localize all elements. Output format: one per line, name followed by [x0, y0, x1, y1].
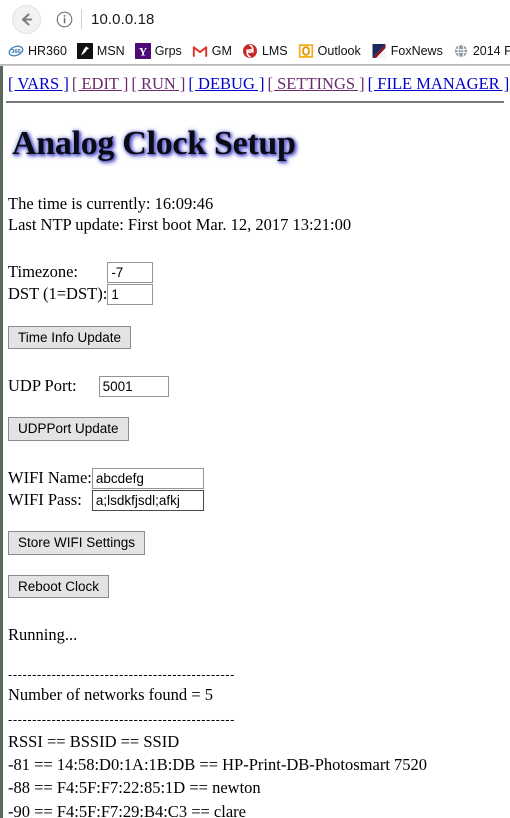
nav-link-file-manager[interactable]: [ FILE MANAGER ] — [368, 74, 510, 93]
nav-link-vars[interactable]: [ VARS ] — [8, 74, 69, 93]
reboot-clock-row: Reboot Clock — [8, 574, 510, 599]
msn-icon — [76, 43, 93, 59]
timezone-input[interactable] — [107, 262, 154, 284]
network-row: -90 == F4:5F:F7:29:B4:C3 == clare — [8, 801, 246, 818]
header-divider — [6, 100, 504, 103]
bookmark-msn[interactable]: MSN — [76, 43, 125, 59]
bookmarks-bar: 360 HR360 MSN Y Grps GM LMS Outlook FoxN… — [0, 38, 510, 65]
network-scan-block: ----------------------------------------… — [8, 666, 510, 818]
bookmark-label: Grps — [154, 44, 182, 58]
back-button[interactable] — [12, 4, 41, 34]
bookmark-lms[interactable]: LMS — [241, 43, 288, 59]
separator-line-top: ----------------------------------------… — [8, 666, 235, 682]
toolbar-divider — [81, 9, 82, 29]
svg-text:360: 360 — [11, 49, 20, 55]
bookmark-label: Outlook — [317, 44, 361, 58]
current-time-line: The time is currently: 16:09:46 — [8, 193, 214, 213]
store-wifi-settings-button[interactable]: Store WIFI Settings — [8, 531, 146, 555]
dst-input[interactable] — [107, 284, 154, 306]
gmail-icon — [191, 43, 208, 59]
foxnews-icon — [370, 43, 387, 59]
separator-line-bottom: ----------------------------------------… — [8, 711, 235, 727]
hr360-icon: 360 — [8, 43, 24, 59]
page-title: Analog Clock Setup — [12, 124, 296, 162]
wifi-name-row: WIFI Name: — [8, 467, 204, 489]
network-list: RSSI == BSSID == SSID -81 == 14:58:D0:1A… — [8, 731, 510, 818]
time-settings-form: Timezone: DST (1=DST): — [8, 261, 154, 306]
svg-text:Y: Y — [139, 46, 148, 58]
page-viewport: [ VARS ][ EDIT ][ RUN ][ DEBUG ][ SETTIN… — [0, 66, 510, 818]
dst-label: DST (1=DST): — [8, 284, 108, 304]
nav-link-debug[interactable]: [ DEBUG ] — [188, 74, 264, 93]
time-info-update-button[interactable]: Time Info Update — [8, 325, 132, 350]
wifi-pass-input[interactable] — [91, 490, 204, 512]
network-row: -88 == F4:5F:F7:22:85:1D == newton — [8, 778, 261, 798]
store-wifi-settings-row: Store WIFI Settings — [8, 531, 510, 555]
bookmark-label: LMS — [261, 44, 288, 58]
back-arrow-icon — [21, 12, 33, 26]
bookmark-label: 2014 F-150 — [472, 44, 510, 58]
browser-chrome: 10.0.0.18 360 HR360 MSN Y Grps GM LMS Ou… — [0, 0, 510, 66]
network-row: -81 == 14:58:D0:1A:1B:DB == HP-Print-DB-… — [8, 755, 428, 775]
lms-icon — [241, 43, 258, 59]
dst-row: DST (1=DST): — [8, 283, 154, 306]
info-circle-icon[interactable] — [53, 8, 75, 30]
globe-icon — [452, 43, 469, 59]
nav-link-bar: [ VARS ][ EDIT ][ RUN ][ DEBUG ][ SETTIN… — [8, 74, 510, 97]
bookmark-gm[interactable]: GM — [191, 43, 232, 59]
udp-port-row: UDP Port: — [8, 375, 169, 398]
yahoo-icon: Y — [134, 43, 151, 59]
reboot-clock-button[interactable]: Reboot Clock — [8, 574, 110, 599]
wifi-settings-form: WIFI Name: WIFI Pass: — [8, 467, 204, 512]
page-content: [ VARS ][ EDIT ][ RUN ][ DEBUG ][ SETTIN… — [0, 66, 510, 818]
udp-port-input[interactable] — [98, 376, 169, 398]
bookmark-label: FoxNews — [390, 44, 443, 58]
browser-toolbar: 10.0.0.18 — [0, 0, 510, 38]
wifi-pass-label: WIFI Pass: — [8, 490, 82, 510]
bookmark-2014-f150[interactable]: 2014 F-150 — [452, 43, 510, 59]
nav-link-run[interactable]: [ RUN ] — [131, 74, 185, 93]
network-list-header: RSSI == BSSID == SSID — [8, 732, 180, 752]
udp-port-form: UDP Port: — [8, 375, 169, 398]
timezone-row: Timezone: — [8, 261, 154, 284]
last-ntp-update-line: Last NTP update: First boot Mar. 12, 201… — [8, 214, 352, 234]
bookmark-hr360[interactable]: 360 HR360 — [8, 43, 67, 59]
timezone-label: Timezone: — [8, 262, 78, 282]
udp-port-update-row: UDPPort Update — [8, 417, 510, 441]
running-status-text: Running... — [8, 625, 78, 645]
bookmark-outlook[interactable]: Outlook — [297, 43, 361, 59]
time-info-update-row: Time Info Update — [8, 325, 510, 350]
outlook-icon — [297, 43, 314, 59]
nav-link-edit[interactable]: [ EDIT ] — [72, 74, 129, 93]
page-left-edge-rail — [0, 66, 3, 818]
wifi-name-label: WIFI Name: — [8, 467, 92, 487]
udp-port-update-button[interactable]: UDPPort Update — [8, 417, 129, 441]
wifi-name-input[interactable] — [91, 467, 204, 489]
udp-port-label: UDP Port: — [8, 376, 77, 396]
nav-link-settings[interactable]: [ SETTINGS ] — [268, 74, 365, 93]
address-bar-url[interactable]: 10.0.0.18 — [91, 11, 154, 28]
network-count-line: Number of networks found = 5 — [8, 684, 213, 704]
bookmark-label: MSN — [96, 44, 125, 58]
time-info-block: The time is currently: 16:09:46 Last NTP… — [8, 193, 510, 235]
bookmark-grps[interactable]: Y Grps — [134, 43, 182, 59]
bookmark-label: HR360 — [28, 44, 67, 58]
bookmark-label: GM — [211, 44, 232, 58]
bookmark-foxnews[interactable]: FoxNews — [370, 43, 443, 59]
wifi-pass-row: WIFI Pass: — [8, 489, 204, 512]
